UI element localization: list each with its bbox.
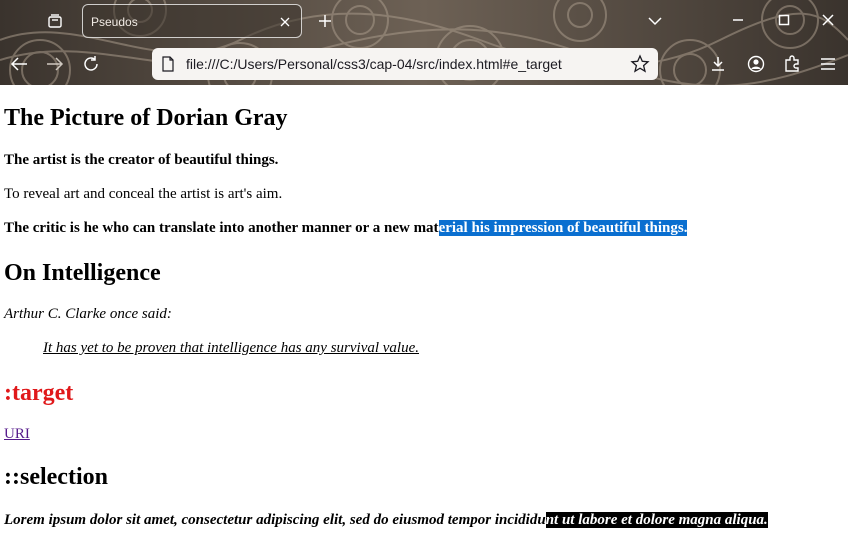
text-selection-highlight: erial his impression of beautiful things…: [438, 220, 688, 236]
paragraph-clarke: Arthur C. Clarke once said:: [4, 306, 172, 322]
tab-list-button[interactable]: [36, 6, 74, 36]
active-tab[interactable]: Pseudos: [82, 4, 302, 38]
plus-icon: [319, 15, 331, 27]
back-arrow-icon: [10, 57, 27, 71]
forward-arrow-icon: [47, 57, 64, 71]
forward-button[interactable]: [40, 49, 70, 79]
lorem-text: Lorem ipsum dolor sit amet, consectetur …: [4, 512, 546, 528]
reload-button[interactable]: [76, 49, 106, 79]
heading-on-intelligence: On Intelligence: [4, 260, 161, 286]
paragraph-reveal-art: To reveal art and conceal the artist is …: [4, 186, 283, 202]
maximize-icon: [778, 14, 790, 26]
heading-dorian-gray: The Picture of Dorian Gray: [4, 105, 288, 131]
reload-icon: [84, 56, 98, 71]
tab-close-button[interactable]: [275, 12, 295, 32]
app-menu-button[interactable]: [816, 52, 840, 76]
heading-target: :target: [4, 380, 74, 406]
list-all-tabs-button[interactable]: [642, 8, 668, 34]
tab-title: Pseudos: [91, 15, 138, 29]
custom-selection-highlight: nt ut labore et dolore magna aliqua.: [545, 512, 768, 528]
page-content: The Picture of Dorian Gray The artist is…: [0, 85, 848, 553]
extensions-button[interactable]: [780, 52, 804, 76]
download-icon: [712, 57, 724, 71]
star-icon[interactable]: [630, 54, 650, 74]
paragraph-artist: The artist is the creator of beautiful t…: [4, 152, 279, 168]
heading-selection: ::selection: [4, 464, 108, 490]
blockquote-intelligence: It has yet to be proven that intelligenc…: [43, 340, 420, 356]
minimize-icon: [733, 19, 743, 21]
extensions-icon: [785, 55, 799, 72]
paragraph-critic: The critic is he who can translate into …: [4, 220, 688, 237]
url-text[interactable]: file:///C:/Users/Personal/css3/cap-04/sr…: [186, 56, 562, 72]
back-button[interactable]: [4, 49, 34, 79]
new-tab-button[interactable]: [312, 8, 338, 34]
menu-icon: [821, 58, 835, 70]
account-icon: [747, 55, 765, 73]
window-close-button[interactable]: [806, 4, 848, 36]
window-close-icon: [822, 14, 834, 26]
uri-link[interactable]: URI: [4, 426, 30, 443]
paragraph-lorem: Lorem ipsum dolor sit amet, consectetur …: [4, 512, 768, 529]
account-button[interactable]: [744, 52, 768, 76]
page-icon: [162, 56, 174, 72]
browser-chrome: Pseudos file:///C:/Users/Personal/css3/c…: [0, 0, 848, 85]
tab-list-icon: [48, 14, 62, 28]
close-icon: [280, 17, 290, 27]
chevron-down-icon: [648, 17, 662, 26]
downloads-button[interactable]: [706, 52, 730, 76]
critic-text: The critic is he who can translate into …: [4, 220, 439, 236]
minimize-button[interactable]: [716, 4, 760, 36]
address-bar[interactable]: file:///C:/Users/Personal/css3/cap-04/sr…: [152, 48, 658, 80]
maximize-button[interactable]: [762, 4, 806, 36]
